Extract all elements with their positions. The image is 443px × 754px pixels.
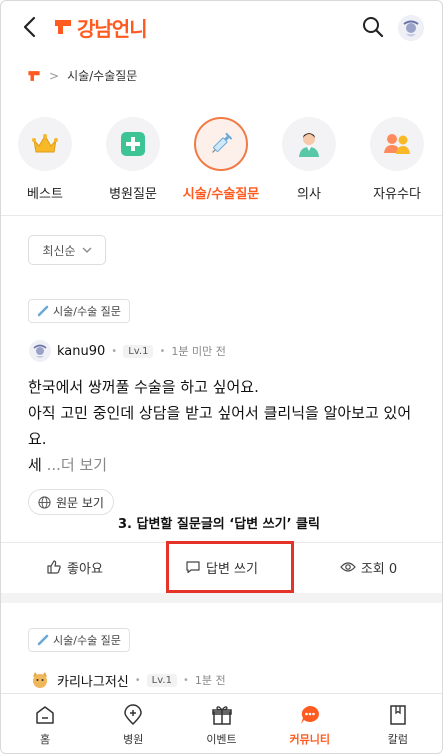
section-divider <box>1 215 442 216</box>
syringe-icon <box>37 305 49 317</box>
bottom-navigation: 홈 병원 이벤트 커뮤니티 칼럼 <box>1 693 442 753</box>
separator-dot: • <box>134 674 141 686</box>
map-pin-icon <box>124 704 143 726</box>
people-icon <box>384 134 410 154</box>
post-tag-label: 시술/수술 질문 <box>53 634 121 647</box>
category-icon-circle <box>370 117 424 171</box>
search-icon[interactable] <box>361 15 385 39</box>
post-line-last: 세 ...더 보기 <box>28 452 428 478</box>
post-content[interactable]: 한국에서 쌍꺼풀 수술을 하고 싶어요. 아직 고민 중인데 상담을 받고 싶어… <box>28 374 428 478</box>
category-label: 자유수다 <box>373 187 421 202</box>
globe-icon <box>38 495 51 509</box>
author-avatar[interactable] <box>29 669 51 691</box>
brand-logo[interactable]: 강남언니 <box>53 13 148 41</box>
sort-dropdown[interactable]: 최신순 <box>28 235 106 265</box>
logo-text: 강남언니 <box>77 16 148 41</box>
separator-dot: • <box>159 345 166 357</box>
view-original-button[interactable]: 원문 보기 <box>28 489 114 515</box>
nav-label: 병원 <box>123 733 144 746</box>
profile-avatar[interactable] <box>398 15 424 41</box>
syringe-icon <box>212 132 233 153</box>
author-avatar[interactable] <box>29 340 51 362</box>
avatar-icon <box>29 340 51 362</box>
avatar-icon <box>398 15 424 41</box>
author-name[interactable]: 카리나그저신 <box>57 671 129 690</box>
post-line-prefix: 세 <box>28 456 47 474</box>
category-icon-circle <box>106 117 160 171</box>
category-doctor[interactable]: 의사 <box>265 117 353 202</box>
level-badge: Lv.1 <box>123 344 154 358</box>
breadcrumb: > 시술/수술질문 <box>27 67 137 84</box>
post-tag-label: 시술/수술 질문 <box>53 305 121 318</box>
logo-mark-icon <box>55 20 71 34</box>
thumbs-up-icon <box>47 560 61 574</box>
nav-hospital[interactable]: 병원 <box>89 694 177 753</box>
chevron-down-icon <box>82 247 92 253</box>
home-logo-icon[interactable] <box>27 69 41 83</box>
category-label: 베스트 <box>27 187 63 202</box>
post-line: 한국에서 쌍꺼풀 수술을 하고 싶어요. <box>28 378 259 396</box>
separator-dot: • <box>111 345 118 357</box>
category-free-talk[interactable]: 자유수다 <box>353 117 441 202</box>
post-line: 요. <box>28 430 47 448</box>
category-tabs: 베스트 병원질문 시술/수술질문 의사 자유수다 <box>1 117 442 202</box>
view-count: 조회 0 <box>295 558 442 577</box>
instruction-annotation: 3. 답변할 질문글의 ‘답변 쓰기’ 클릭 <box>118 517 320 532</box>
category-label-active: 시술/수술질문 <box>182 187 260 202</box>
view-original-label: 원문 보기 <box>56 495 104 510</box>
crown-icon <box>32 134 58 153</box>
post-time: 1분 미만 전 <box>171 345 226 358</box>
app-frame: 강남언니 > 시술/수술질문 베스트 병원질문 시술/수술질문 의사 자유수다 … <box>0 0 443 754</box>
category-label: 의사 <box>297 187 321 202</box>
nav-column[interactable]: 칼럼 <box>354 694 442 753</box>
home-icon <box>36 706 54 724</box>
nav-community[interactable]: 커뮤니티 <box>266 694 354 753</box>
read-more-link[interactable]: ...더 보기 <box>47 456 107 474</box>
bookmark-book-icon <box>390 705 406 725</box>
nav-event[interactable]: 이벤트 <box>177 694 265 753</box>
like-button[interactable]: 좋아요 <box>1 558 148 577</box>
category-best[interactable]: 베스트 <box>1 117 89 202</box>
category-icon-circle <box>282 117 336 171</box>
category-icon-circle-active <box>194 117 248 171</box>
back-arrow-icon[interactable] <box>19 15 41 39</box>
author-name[interactable]: kanu90 <box>57 344 105 359</box>
nav-label: 커뮤니티 <box>289 733 330 746</box>
category-icon-circle <box>18 117 72 171</box>
post-author-row: 카리나그저신 • Lv.1 • 1분 전 <box>29 669 226 691</box>
syringe-icon <box>37 634 49 646</box>
nav-label: 칼럼 <box>387 733 409 746</box>
gift-icon <box>211 706 232 725</box>
nav-label: 이벤트 <box>206 733 237 746</box>
post-line: 아직 고민 중인데 상담을 받고 싶어서 클리닉을 알아보고 있어 <box>28 404 412 422</box>
doctor-icon <box>299 133 319 157</box>
post-category-tag[interactable]: 시술/수술 질문 <box>28 299 130 323</box>
cat-avatar-icon <box>29 669 51 691</box>
hospital-cross-icon <box>121 132 145 156</box>
view-count-label: 조회 0 <box>360 561 398 577</box>
chevron-right-icon: > <box>49 68 60 83</box>
nav-home[interactable]: 홈 <box>1 694 89 753</box>
post-author-row: kanu90 • Lv.1 • 1분 미만 전 <box>29 340 226 362</box>
category-procedure-question[interactable]: 시술/수술질문 <box>177 117 265 202</box>
sort-label: 최신순 <box>42 243 76 258</box>
nav-label: 홈 <box>40 733 51 746</box>
category-hospital-question[interactable]: 병원질문 <box>89 117 177 202</box>
category-label: 병원질문 <box>109 187 157 202</box>
post-category-tag[interactable]: 시술/수술 질문 <box>28 628 130 652</box>
chat-bubble-icon <box>300 706 319 724</box>
section-band <box>1 593 442 603</box>
eye-icon <box>340 562 356 572</box>
highlight-box <box>166 541 294 593</box>
post-time: 1분 전 <box>194 674 226 687</box>
like-label: 좋아요 <box>67 561 103 577</box>
level-badge: Lv.1 <box>146 673 177 687</box>
separator-dot: • <box>182 674 189 686</box>
app-header: 강남언니 <box>1 1 442 53</box>
breadcrumb-current[interactable]: 시술/수술질문 <box>67 67 137 84</box>
